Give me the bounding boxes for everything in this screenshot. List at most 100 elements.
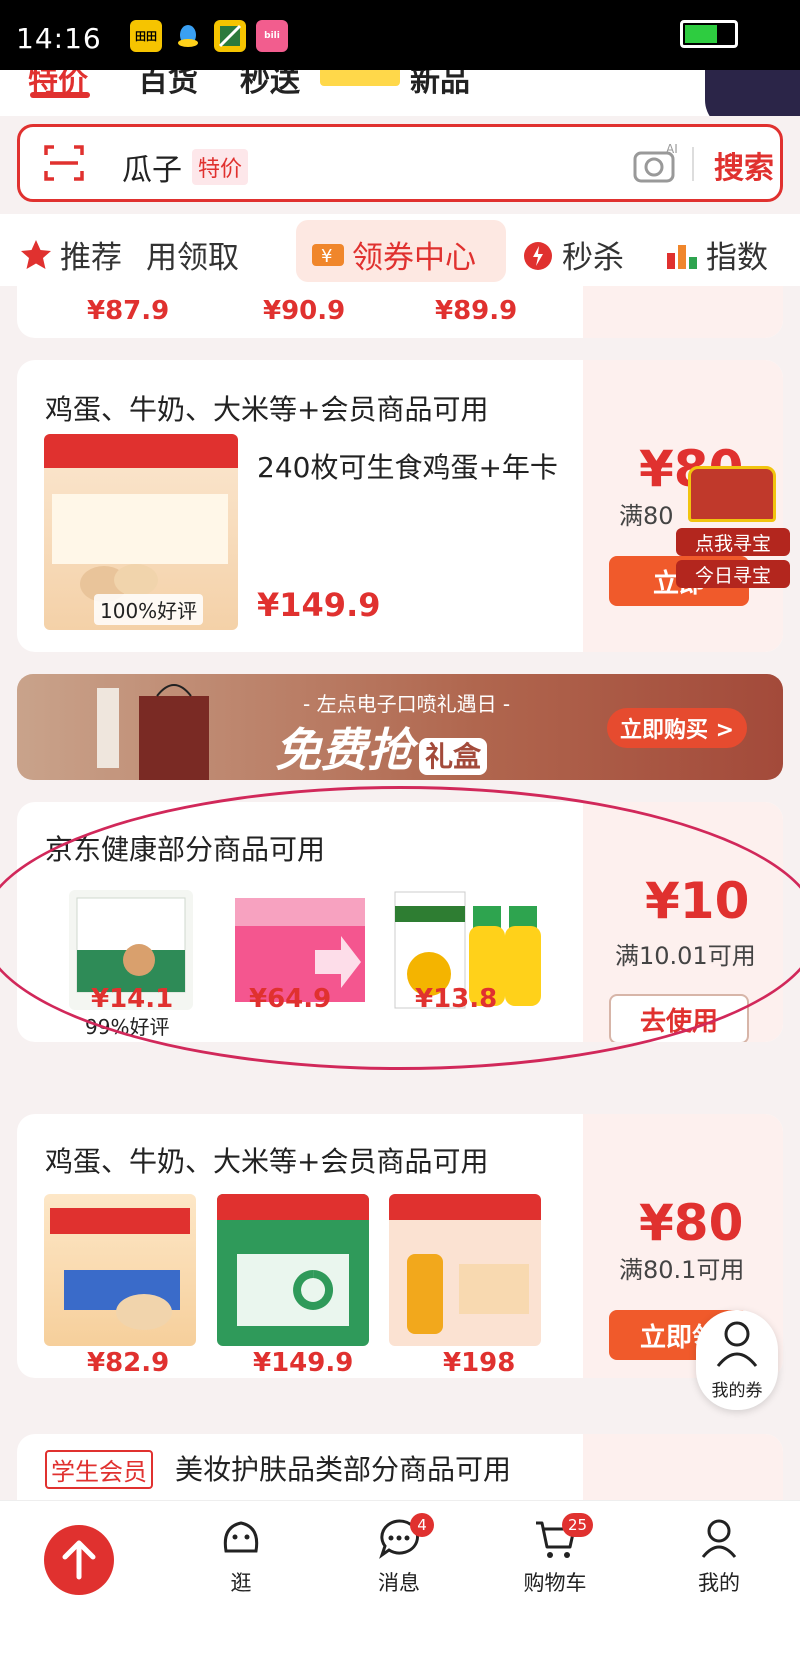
user-icon — [716, 1321, 758, 1367]
product-price: ¥149.9 — [257, 586, 381, 624]
bilibili-icon: bili — [256, 20, 288, 52]
product-price: ¥82.9 — [87, 1348, 170, 1378]
category-coupon-center[interactable]: ¥ 领券中心 — [310, 232, 476, 277]
product-price: ¥89.9 — [435, 296, 518, 326]
category-recommend[interactable]: 推荐 — [18, 232, 122, 277]
treasure-chest-icon — [688, 466, 776, 522]
category-claim[interactable]: 用领取 — [146, 232, 239, 277]
search-keyword[interactable]: 瓜子 — [122, 145, 182, 189]
use-coupon-button[interactable]: 去使用 — [609, 994, 749, 1042]
coupon-icon: ¥ — [312, 243, 344, 267]
game-app-icon — [214, 20, 246, 52]
chart-icon — [667, 244, 697, 269]
product-price: ¥87.9 — [87, 296, 170, 326]
tab-badge — [320, 70, 400, 86]
message-count-badge: 4 — [410, 1513, 434, 1537]
product-image[interactable] — [44, 1194, 196, 1346]
coupon-amount: ¥10 — [645, 872, 750, 930]
qq-icon — [172, 20, 204, 52]
svg-text:AI: AI — [666, 143, 678, 156]
coupon-scope-title: 京东健康部分商品可用 — [45, 833, 326, 866]
coupon-condition: 满80 — [619, 502, 674, 530]
my-coupons-label: 我的券 — [711, 1381, 763, 1401]
coupon-condition: 满80.1可用 — [619, 1256, 745, 1284]
coupon-card-partial: ¥87.9 ¥90.9 ¥89.9 — [17, 286, 783, 338]
tab-new[interactable]: 新品 — [410, 70, 470, 100]
nav-profile[interactable]: 我的 — [664, 1513, 774, 1597]
nav-messages[interactable]: 消息 4 — [344, 1513, 454, 1597]
browse-icon — [223, 1521, 259, 1553]
tab-underline — [30, 92, 90, 98]
coupon-side — [583, 286, 783, 338]
coupon-condition: 满10.01可用 — [615, 942, 756, 970]
coupon-card-student[interactable]: 学生会员 美妆护肤品类部分商品可用 — [17, 1434, 783, 1500]
coupon-amount: ¥80 — [639, 1194, 744, 1252]
coupon-card-member[interactable]: 鸡蛋、牛奶、大米等+会员商品可用 100%好评 240枚可生食鸡蛋+年卡 ¥14… — [17, 360, 783, 652]
product-price: ¥13.8 — [415, 984, 498, 1014]
treasure-label: 点我寻宝 — [676, 528, 790, 556]
profile-icon — [701, 1519, 737, 1558]
banner-subtitle: - 左点电子口喷礼遇日 - — [303, 692, 511, 716]
search-tag: 特价 — [192, 149, 249, 185]
camera-ai-icon[interactable]: AI — [632, 143, 680, 187]
banner-headline-text: 免费抢 — [275, 723, 413, 777]
product-price: ¥149.9 — [253, 1348, 354, 1378]
status-bar: 14:16 田田 bili — [0, 0, 800, 70]
banner-headline: 免费抢 礼盒 — [275, 714, 488, 780]
back-to-top-button[interactable] — [44, 1525, 114, 1595]
svg-text:¥: ¥ — [321, 246, 332, 267]
product-rating: 99%好评 — [79, 1010, 176, 1041]
battery-icon — [680, 20, 738, 48]
promo-mascot[interactable] — [705, 70, 800, 116]
banner-gift-tag: 礼盒 — [419, 738, 488, 775]
status-app-icons: 田田 bili — [130, 20, 288, 52]
category-label: 秒杀 — [562, 240, 624, 276]
nav-cart[interactable]: 购物车 25 — [500, 1513, 610, 1597]
category-index[interactable]: 指数 — [664, 232, 768, 277]
category-flash-sale[interactable]: 秒杀 — [520, 232, 624, 277]
promo-banner[interactable]: - 左点电子口喷礼遇日 - 免费抢 礼盒 立即购买 > — [17, 674, 783, 780]
coupon-card-health[interactable]: 京东健康部分商品可用 99%好评 ¥14.1 ¥64.9 ¥13.8 ¥10 满… — [17, 802, 783, 1042]
nav-label: 购物车 — [523, 1571, 587, 1595]
search-divider — [692, 147, 694, 181]
tab-express[interactable]: 秒送 — [240, 70, 300, 100]
product-price: ¥14.1 — [91, 984, 174, 1014]
nav-label: 逛 — [230, 1571, 252, 1595]
product-price: ¥90.9 — [263, 296, 346, 326]
star-icon — [21, 239, 51, 269]
product-image[interactable]: 100%好评 — [44, 434, 238, 630]
alarm-clock-icon — [524, 241, 552, 270]
nav-browse[interactable]: 逛 — [186, 1513, 296, 1597]
coupon-side — [583, 1434, 783, 1500]
cart-count-badge: 25 — [562, 1513, 594, 1537]
product-image[interactable] — [217, 1194, 369, 1346]
search-button[interactable]: 搜索 — [714, 143, 774, 187]
my-coupons-float[interactable]: 我的券 — [696, 1310, 778, 1410]
buy-now-button[interactable]: 立即购买 > — [607, 708, 747, 748]
product-title[interactable]: 240枚可生食鸡蛋+年卡 — [257, 446, 558, 486]
scan-icon[interactable] — [42, 141, 86, 185]
arrow-up-icon — [62, 1540, 96, 1580]
clock: 14:16 — [16, 22, 102, 55]
treasure-hunt-float[interactable]: 点我寻宝 今日寻宝 — [676, 466, 790, 590]
product-price: ¥64.9 — [249, 984, 332, 1014]
product-image[interactable] — [389, 1194, 541, 1346]
category-label: 领券中心 — [352, 240, 476, 276]
search-bar[interactable]: 瓜子 特价 AI 搜索 — [17, 124, 783, 202]
category-label: 指数 — [706, 240, 768, 276]
category-row: 推荐 用领取 ¥ 领券中心 秒杀 指数 — [0, 214, 800, 286]
coupon-card-member-2[interactable]: 鸡蛋、牛奶、大米等+会员商品可用 ¥82.9 ¥149.9 ¥198 ¥80 满… — [17, 1114, 783, 1378]
product-price: ¥198 — [443, 1348, 516, 1378]
category-label: 推荐 — [60, 240, 122, 276]
student-member-tag: 学生会员 — [45, 1450, 153, 1489]
nav-label: 我的 — [698, 1571, 740, 1595]
coupon-scope-title: 鸡蛋、牛奶、大米等+会员商品可用 — [45, 1145, 489, 1178]
tab-general[interactable]: 百货 — [138, 70, 198, 100]
treasure-sublabel: 今日寻宝 — [676, 560, 790, 588]
nav-label: 消息 — [378, 1571, 420, 1595]
bottom-nav: 逛 消息 4 购物车 25 我的 — [0, 1500, 800, 1660]
product-rating: 100%好评 — [94, 594, 204, 625]
top-tabs: 特价 百货 秒送 新品 — [0, 70, 800, 116]
category-label: 用领取 — [146, 240, 239, 276]
coupon-scope-title: 美妆护肤品类部分商品可用 — [175, 1453, 512, 1486]
